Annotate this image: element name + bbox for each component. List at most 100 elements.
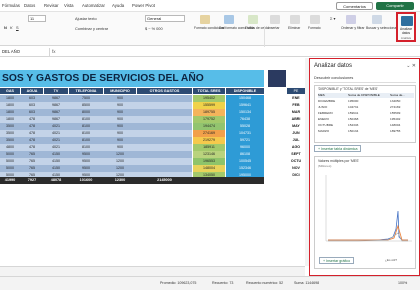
menu-help[interactable]: Ayuda (112, 3, 124, 8)
table-cell[interactable]: 765 (21, 158, 43, 165)
table-cell[interactable]: 189755 (193, 109, 225, 116)
table-cell[interactable]: 478 (21, 130, 43, 137)
table-cell[interactable]: 8100 (69, 130, 103, 137)
format-cells-icon[interactable] (310, 15, 320, 24)
close-icon[interactable]: ⌄ ✕ (406, 63, 416, 69)
table-cell[interactable] (137, 102, 192, 109)
table-cell[interactable]: 603 (21, 109, 43, 116)
table-cell[interactable]: 8100 (69, 123, 103, 130)
table-cell[interactable]: 9867 (44, 109, 68, 116)
table-cell[interactable]: 900 (104, 95, 136, 102)
table-cell[interactable] (137, 158, 192, 165)
table-cell[interactable]: 1200 (104, 165, 136, 172)
month-label[interactable]: AGO (287, 144, 305, 151)
table-cell[interactable]: 9500 (69, 158, 103, 165)
table-cell[interactable]: 3500 (0, 137, 20, 144)
table-cell[interactable]: 7500 (69, 95, 103, 102)
table-cell[interactable]: 478 (21, 144, 43, 151)
delete-cells-icon[interactable] (290, 15, 300, 24)
table-cell[interactable] (137, 95, 192, 102)
table-cell[interactable]: 9867 (44, 116, 68, 123)
table-cell[interactable]: 150134 (226, 109, 264, 116)
table-cell[interactable]: 4150 (44, 151, 68, 158)
month-label[interactable]: MAY (287, 123, 305, 130)
month-label[interactable]: NOV (287, 165, 305, 172)
sigma-icon[interactable]: Σ ▾ (330, 16, 335, 21)
table-cell[interactable]: 196553 (193, 158, 225, 165)
table-cell[interactable]: 900 (104, 109, 136, 116)
table-cell[interactable]: 1800 (0, 102, 20, 109)
delete-cells-button[interactable]: Eliminar (288, 26, 300, 30)
table-cell[interactable]: 900 (104, 102, 136, 109)
insert-pivot-button[interactable]: + Insertar tabla dinámica (314, 145, 362, 152)
menu-power-pivot[interactable]: Power Pivot (132, 3, 155, 8)
sort-filter-button[interactable]: Ordenar y filtrar (341, 26, 365, 30)
table-cell[interactable]: 100545 (226, 158, 264, 165)
menu-formulas[interactable]: Fórmulas (2, 3, 20, 8)
table-cell[interactable]: 8000 (69, 109, 103, 116)
table-cell[interactable]: 155599 (193, 102, 225, 109)
insert-cells-button[interactable]: Insertar (268, 26, 280, 30)
table-cell[interactable]: 150468 (226, 95, 264, 102)
menu-data[interactable]: Datos (24, 3, 35, 8)
cell-styles-icon[interactable] (248, 15, 258, 24)
table-cell[interactable]: 194474 (193, 123, 225, 130)
table-cell[interactable]: 4150 (44, 158, 68, 165)
table-cell[interactable]: 8100 (69, 144, 103, 151)
italic-button[interactable]: K (10, 25, 13, 30)
name-box[interactable]: DEL AÑO (0, 48, 50, 56)
table-cell[interactable]: 76438 (226, 116, 264, 123)
underline-button[interactable]: S (16, 25, 19, 30)
table-cell[interactable]: 603 (21, 102, 43, 109)
table-cell[interactable] (137, 116, 192, 123)
table-cell[interactable]: 104731 (226, 130, 264, 137)
comments-button[interactable]: Comentarios (336, 2, 373, 10)
table-cell[interactable]: 765 (21, 165, 43, 172)
menu-automate[interactable]: Automatizar (82, 3, 105, 8)
table-cell[interactable]: 900 (104, 144, 136, 151)
table-cell[interactable]: 1800 (0, 116, 20, 123)
table-cell[interactable]: 4021 (44, 144, 68, 151)
table-cell[interactable]: 478 (21, 116, 43, 123)
table-cell[interactable] (137, 123, 192, 130)
table-cell[interactable]: 9867 (44, 102, 68, 109)
month-label[interactable]: MAR (287, 109, 305, 116)
month-label[interactable]: JUL (287, 137, 305, 144)
table-cell[interactable]: 123146 (193, 151, 225, 158)
merge-center-button[interactable]: Combinar y centrar (75, 26, 108, 31)
month-label[interactable]: OCTU (287, 158, 305, 165)
table-cell[interactable]: 603 (21, 95, 43, 102)
table-cell[interactable]: 1200 (104, 158, 136, 165)
table-cell[interactable]: 195402 (193, 95, 225, 102)
helpful-label[interactable]: ¿Es útil? (385, 258, 397, 262)
total-gas[interactable]: 41990 (0, 177, 20, 184)
number-format-select[interactable]: General (145, 15, 185, 22)
table-cell[interactable]: 148004 (193, 165, 225, 172)
table-cell[interactable]: 8100 (69, 137, 103, 144)
fx-icon[interactable]: fx (52, 48, 56, 56)
table-cell[interactable]: 1800 (0, 95, 20, 102)
table-cell[interactable]: 478 (21, 137, 43, 144)
find-select-icon[interactable] (372, 15, 382, 24)
wrap-text-button[interactable]: Ajustar texto (75, 16, 97, 21)
table-cell[interactable] (137, 109, 192, 116)
month-label[interactable]: DICI (287, 172, 305, 179)
table-cell[interactable]: 4021 (44, 123, 68, 130)
font-size-select[interactable]: 11 (28, 15, 46, 22)
table-cell[interactable]: 185911 (193, 144, 225, 151)
table-cell[interactable]: 1200 (104, 151, 136, 158)
cell-styles-button[interactable]: Estilos de celda (245, 26, 269, 30)
table-cell[interactable]: 1800 (0, 109, 20, 116)
table-cell[interactable]: 765 (21, 151, 43, 158)
currency-icon[interactable]: $ ~ % 000 (145, 26, 163, 31)
table-cell[interactable]: 219279 (193, 137, 225, 144)
bold-button[interactable]: N (4, 25, 7, 30)
table-cell[interactable]: 900 (104, 130, 136, 137)
month-label[interactable]: FEB (287, 102, 305, 109)
table-cell[interactable] (137, 130, 192, 137)
table-cell[interactable]: 179752 (193, 116, 225, 123)
table-cell[interactable]: 86108 (226, 151, 264, 158)
table-cell[interactable] (137, 137, 192, 144)
table-cell[interactable]: 9500 (69, 165, 103, 172)
table-cell[interactable]: 478 (21, 123, 43, 130)
